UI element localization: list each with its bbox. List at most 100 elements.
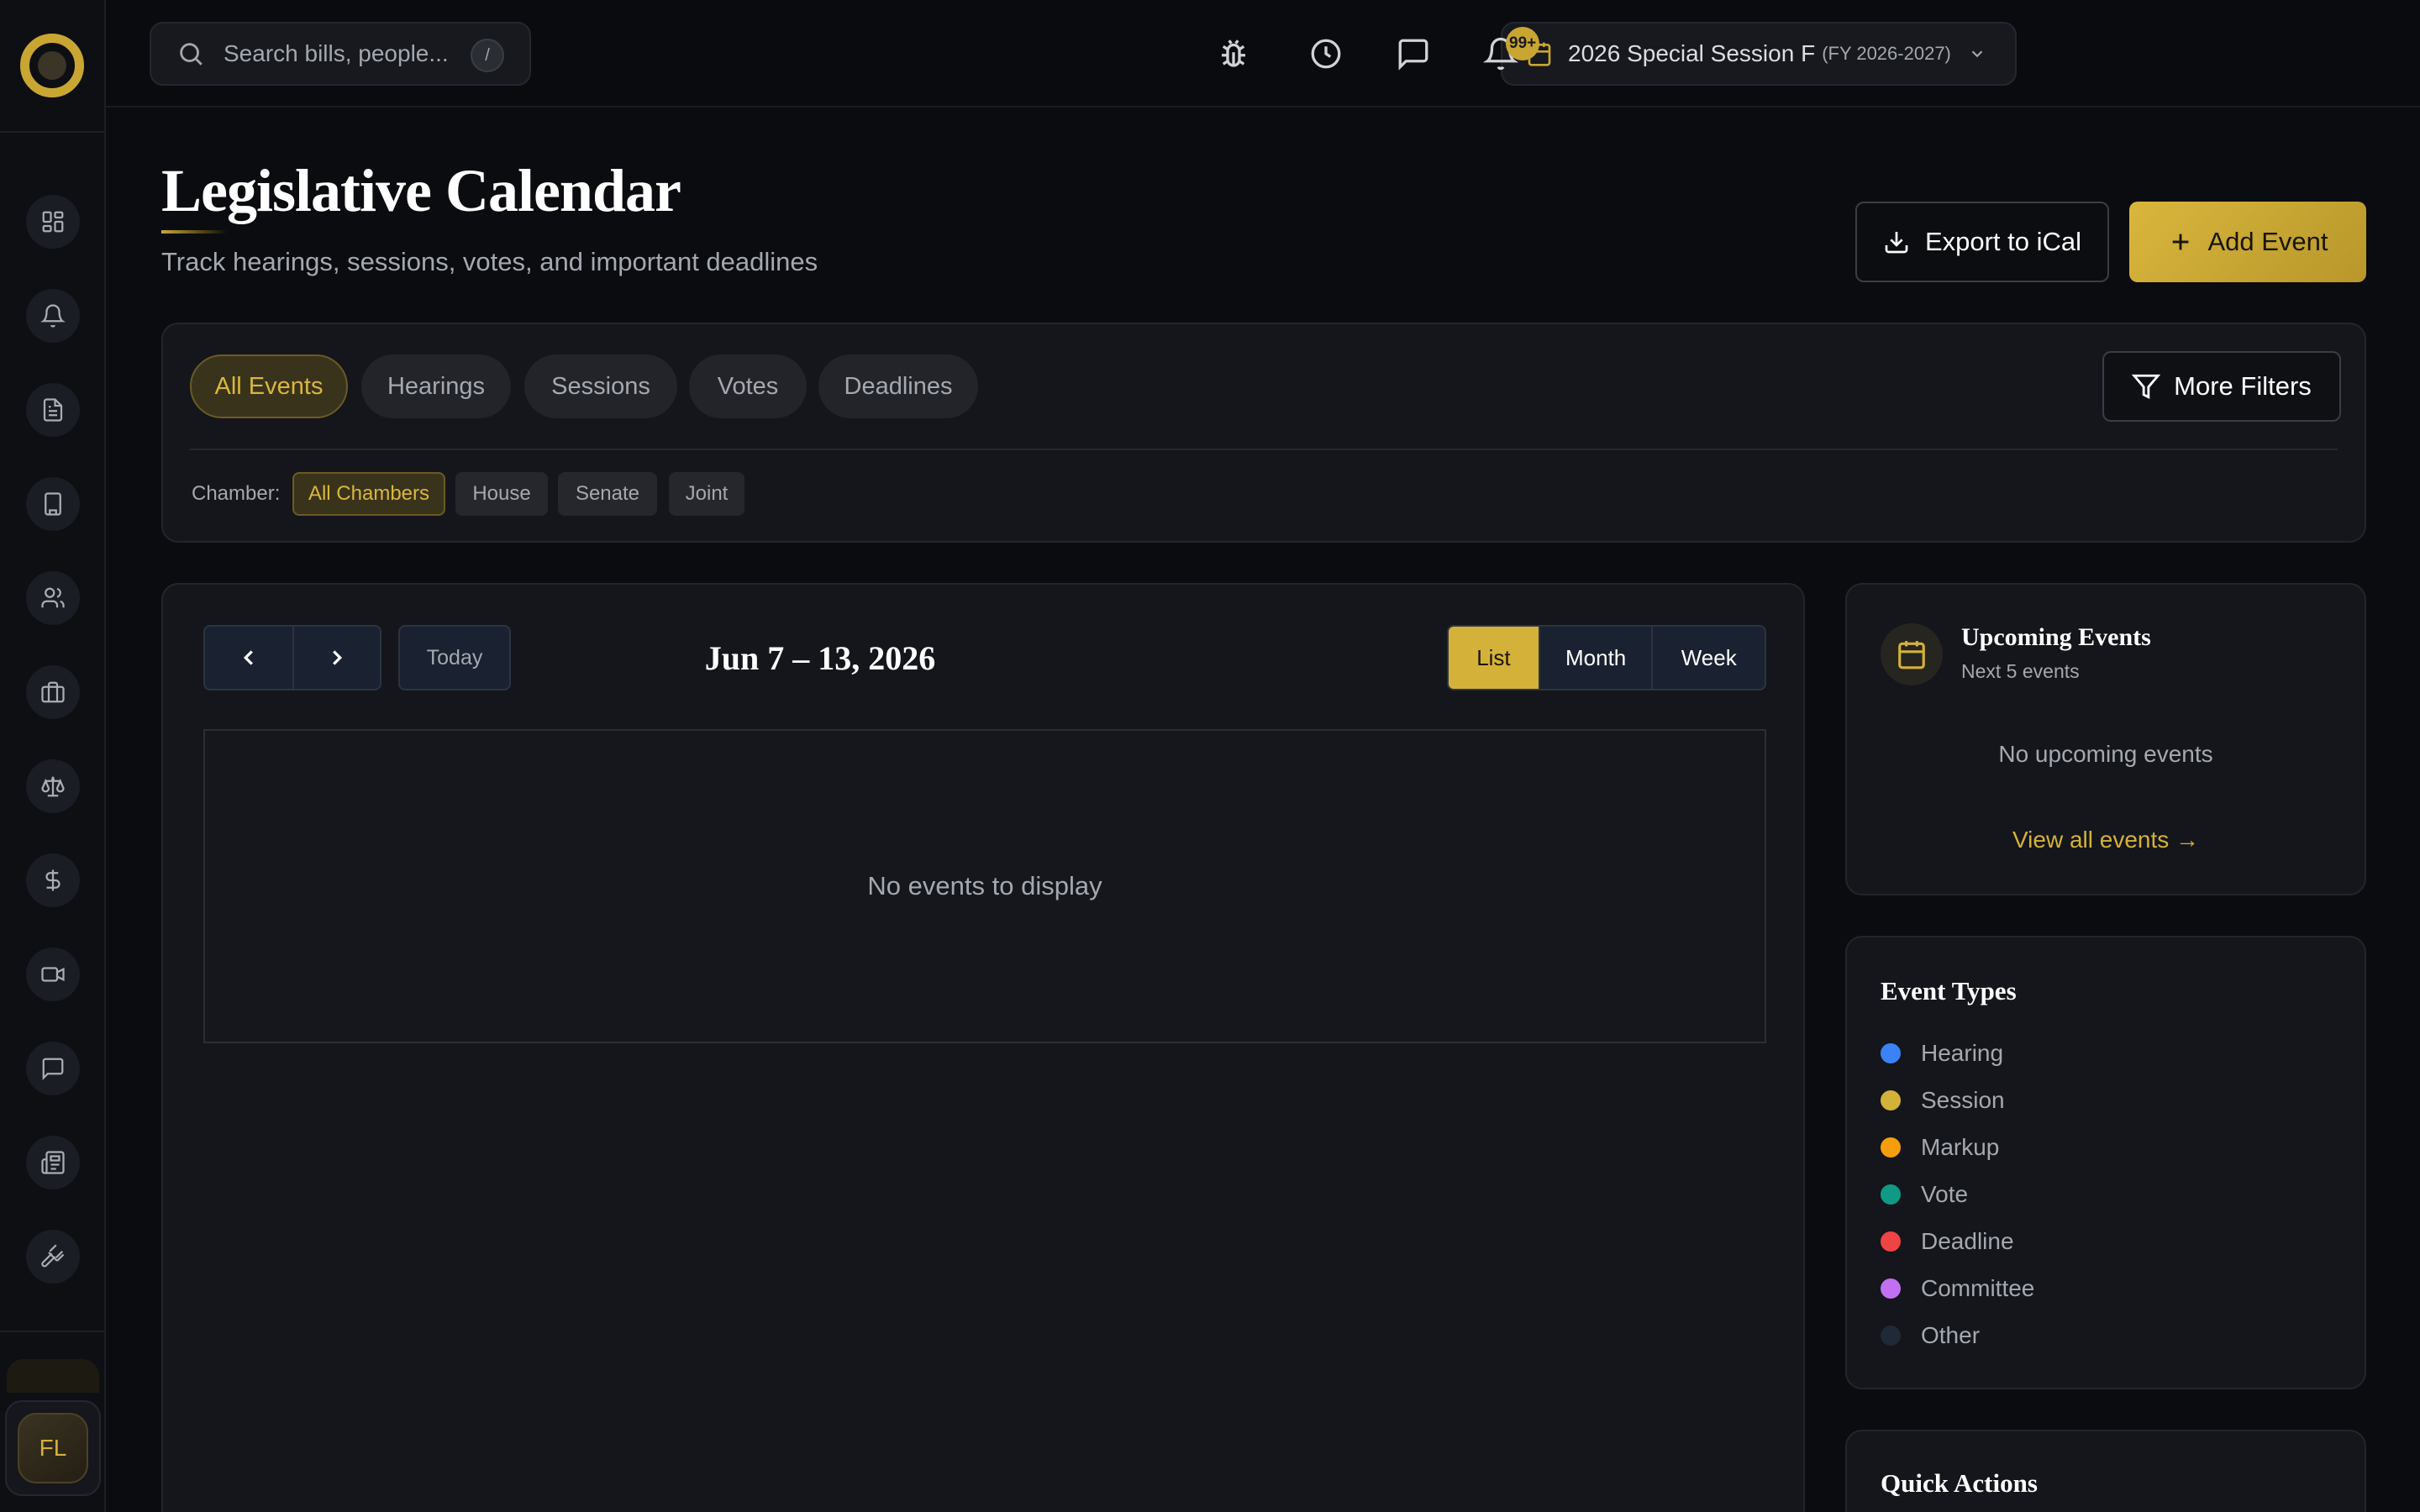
scale-icon bbox=[41, 776, 65, 797]
app-logo[interactable] bbox=[20, 34, 84, 97]
nav-bills[interactable] bbox=[26, 383, 80, 437]
bell-icon bbox=[40, 304, 66, 328]
history-button[interactable] bbox=[1299, 27, 1353, 81]
view-week[interactable]: Week bbox=[1651, 627, 1765, 689]
chamber-all[interactable]: All Chambers bbox=[292, 472, 445, 516]
legend-color-dot bbox=[1881, 1326, 1901, 1346]
more-filters-label: More Filters bbox=[2174, 371, 2312, 401]
nav-votes[interactable] bbox=[26, 1230, 80, 1284]
legend-label: Deadline bbox=[1921, 1228, 2014, 1254]
session-fiscal-year: (FY 2026-2027) bbox=[1822, 43, 1951, 64]
report-bug-button[interactable] bbox=[1207, 27, 1260, 81]
date-range-title: Jun 7 – 13, 2026 bbox=[704, 639, 936, 677]
legend-color-dot bbox=[1881, 1184, 1901, 1205]
view-month[interactable]: Month bbox=[1538, 627, 1652, 689]
document-icon bbox=[43, 398, 63, 422]
nav-news[interactable] bbox=[26, 1136, 80, 1189]
nav-alerts[interactable] bbox=[26, 289, 80, 343]
event-types-card: Event Types Hearing Session Markup Vote Dead… bbox=[1845, 936, 2366, 1389]
upcoming-events-card: Upcoming Events Next 5 events No upcomin… bbox=[1845, 583, 2366, 895]
session-selector[interactable]: 2026 Special Session F (FY 2026-2027) bbox=[1501, 22, 2017, 86]
chat-icon bbox=[1398, 39, 1428, 71]
search-icon bbox=[180, 43, 203, 66]
notification-badge: 99+ bbox=[1506, 27, 1540, 60]
legend-color-dot bbox=[1881, 1043, 1901, 1063]
export-ical-button[interactable]: Export to iCal bbox=[1855, 202, 2109, 282]
add-event-button[interactable]: Add Event bbox=[2129, 202, 2366, 282]
user-menu[interactable]: FL bbox=[5, 1400, 101, 1496]
messages-button[interactable] bbox=[1386, 27, 1440, 81]
clock-icon bbox=[1311, 39, 1341, 69]
dashboard-icon bbox=[42, 211, 64, 233]
event-list: No events to display bbox=[203, 729, 1766, 1043]
nav-committees[interactable] bbox=[26, 477, 80, 531]
upcoming-subtitle: Next 5 events bbox=[1961, 660, 2080, 682]
tab-sessions[interactable]: Sessions bbox=[524, 354, 677, 418]
nav-dashboard[interactable] bbox=[26, 195, 80, 249]
sidebar: FL bbox=[0, 0, 106, 1512]
page-subtitle: Track hearings, sessions, votes, and imp… bbox=[161, 247, 818, 276]
legend-label: Vote bbox=[1921, 1181, 1969, 1207]
legend-color-dot bbox=[1881, 1090, 1901, 1110]
tab-deadlines[interactable]: Deadlines bbox=[818, 354, 978, 418]
nav-finance[interactable] bbox=[26, 853, 80, 907]
chamber-joint[interactable]: Joint bbox=[669, 472, 744, 516]
tab-hearings[interactable]: Hearings bbox=[361, 354, 511, 418]
legend-label: Hearing bbox=[1921, 1040, 2004, 1066]
nav-legal[interactable] bbox=[26, 759, 80, 813]
briefcase-icon bbox=[41, 681, 65, 703]
building-icon bbox=[45, 492, 61, 516]
empty-events-message: No events to display bbox=[867, 871, 1102, 900]
legend-item: Hearing bbox=[1881, 1037, 2003, 1070]
legend-color-dot bbox=[1881, 1278, 1901, 1299]
plus-icon bbox=[2173, 234, 2189, 250]
top-bar: Search bills, people... / 2026 Special S… bbox=[106, 0, 2420, 108]
search-input[interactable]: Search bills, people... / bbox=[150, 22, 531, 86]
calendar-icon bbox=[1898, 641, 1925, 669]
legend-item: Session bbox=[1881, 1084, 2005, 1117]
more-filters-button[interactable]: More Filters bbox=[2102, 351, 2341, 422]
chamber-senate[interactable]: Senate bbox=[558, 472, 657, 516]
gavel-icon bbox=[41, 1244, 65, 1268]
view-switcher: List Month Week bbox=[1447, 625, 1766, 690]
quick-actions-card: Quick Actions bbox=[1845, 1430, 2366, 1512]
legend-item: Other bbox=[1881, 1319, 1980, 1352]
legend-item: Markup bbox=[1881, 1131, 1999, 1164]
legend-item: Vote bbox=[1881, 1178, 1968, 1211]
nav-media[interactable] bbox=[26, 948, 80, 1001]
users-icon bbox=[41, 587, 65, 608]
message-icon bbox=[42, 1058, 64, 1080]
chamber-label: Chamber: bbox=[192, 482, 281, 505]
chevron-down-icon bbox=[1971, 50, 1983, 58]
legend-item: Committee bbox=[1881, 1272, 2034, 1305]
view-all-events-link[interactable]: View all events → bbox=[1847, 827, 2365, 853]
download-icon bbox=[1885, 232, 1908, 254]
nav-people[interactable] bbox=[26, 571, 80, 625]
legend-label: Committee bbox=[1921, 1275, 2035, 1301]
upcoming-title: Upcoming Events bbox=[1961, 623, 2151, 651]
title-accent-line bbox=[161, 230, 227, 234]
newspaper-icon bbox=[41, 1151, 65, 1174]
filter-icon bbox=[2132, 374, 2161, 400]
view-list[interactable]: List bbox=[1449, 627, 1539, 689]
nav-messages[interactable] bbox=[26, 1042, 80, 1095]
sidebar-collapsed-item bbox=[7, 1359, 99, 1393]
notifications-button[interactable]: 99+ bbox=[1474, 27, 1540, 81]
filter-card: All Events Hearings Sessions Votes Deadl… bbox=[161, 323, 2366, 543]
filter-divider bbox=[190, 449, 2338, 450]
legend-color-dot bbox=[1881, 1137, 1901, 1158]
avatar[interactable]: FL bbox=[18, 1413, 88, 1483]
legend-color-dot bbox=[1881, 1231, 1901, 1252]
quick-actions-title: Quick Actions bbox=[1881, 1468, 2038, 1498]
search-shortcut-hint: / bbox=[471, 39, 504, 72]
tab-votes[interactable]: Votes bbox=[689, 354, 807, 418]
nav-lobbying[interactable] bbox=[26, 665, 80, 719]
upcoming-icon-badge bbox=[1881, 623, 1943, 685]
bug-icon bbox=[1222, 39, 1245, 67]
session-name: 2026 Special Session F bbox=[1568, 40, 1816, 66]
legend-label: Other bbox=[1921, 1322, 1981, 1348]
tab-all-events[interactable]: All Events bbox=[190, 354, 348, 418]
chamber-house[interactable]: House bbox=[455, 472, 548, 516]
search-placeholder: Search bills, people... bbox=[224, 40, 449, 66]
page-title: Legislative Calendar bbox=[161, 157, 681, 224]
